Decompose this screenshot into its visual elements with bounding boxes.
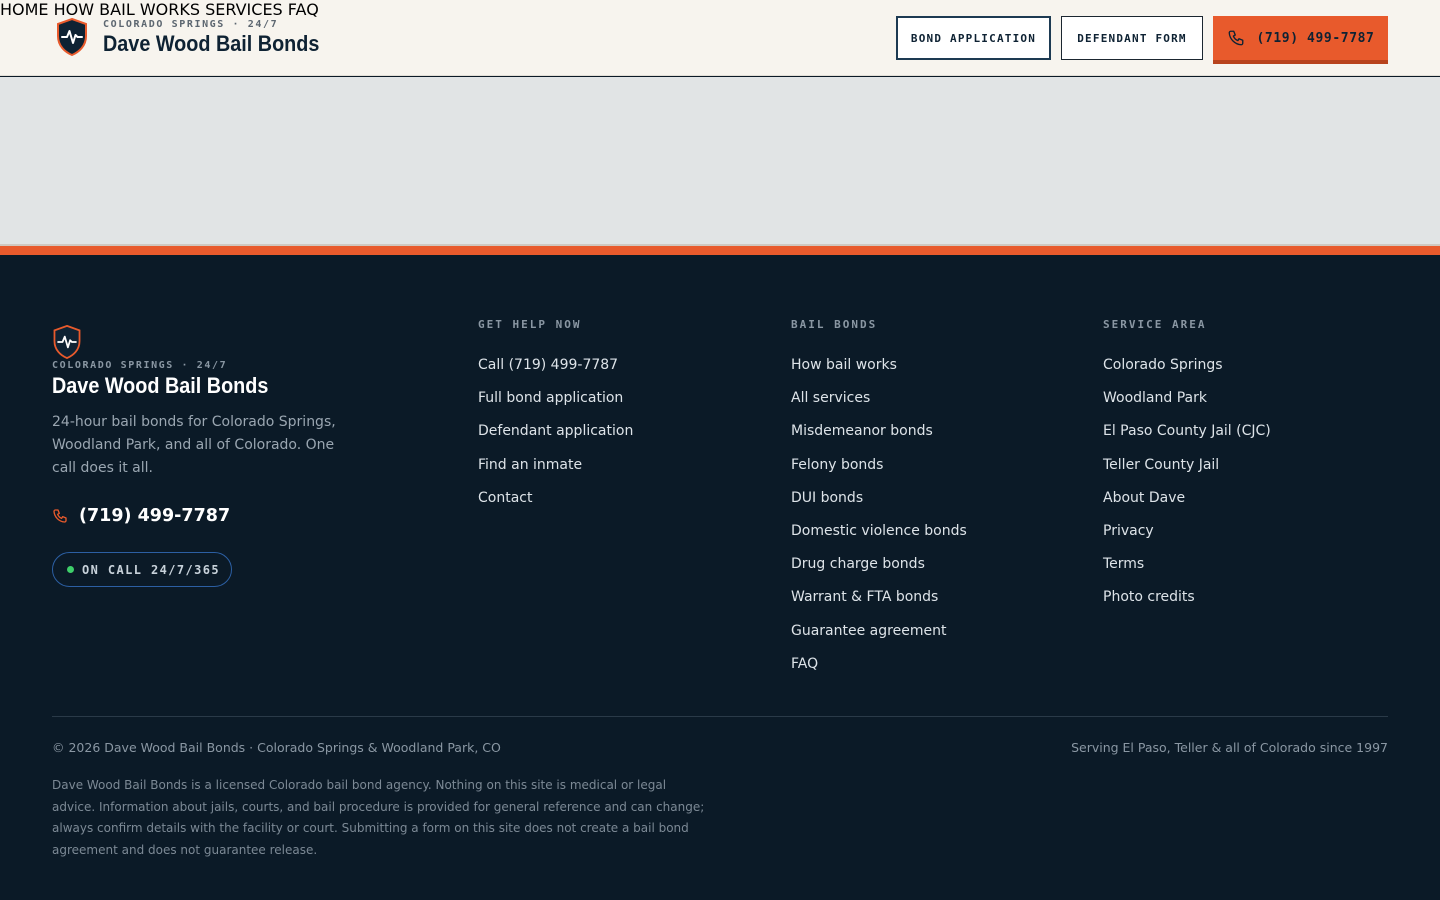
phone-icon: [1228, 30, 1243, 46]
on-call-badge: ON CALL 24/7/365: [52, 552, 232, 587]
footer-link-teller-jail[interactable]: Teller County Jail: [1103, 449, 1271, 482]
footer-column-service-area: SERVICE AREA Colorado Springs Woodland P…: [1103, 318, 1271, 615]
footer-link-terms[interactable]: Terms: [1103, 548, 1271, 581]
footer-column-bail-bonds: BAIL BONDS How bail works All services M…: [791, 318, 967, 681]
footer-link-felony[interactable]: Felony bonds: [791, 449, 967, 482]
copyright-text: © 2026 Dave Wood Bail Bonds · Colorado S…: [52, 740, 501, 755]
footer-brand-name: Dave Wood Bail Bonds: [52, 373, 269, 398]
footer-link-find-inmate[interactable]: Find an inmate: [478, 449, 633, 482]
footer-link-woodland-park[interactable]: Woodland Park: [1103, 382, 1271, 415]
hero-placeholder: [0, 77, 1440, 245]
footer-link-warrant-fta[interactable]: Warrant & FTA bonds: [791, 581, 967, 614]
status-dot-icon: [67, 566, 74, 573]
site-header: COLORADO SPRINGS · 24/7 Dave Wood Bail B…: [0, 0, 1440, 76]
footer-link-guarantee[interactable]: Guarantee agreement: [791, 615, 967, 648]
footer-link-dui[interactable]: DUI bonds: [791, 482, 967, 515]
accent-bar: [0, 246, 1440, 255]
footer-link-faq[interactable]: FAQ: [791, 648, 967, 681]
call-phone-button[interactable]: (719) 499-7787: [1213, 16, 1388, 64]
footer-link-bond-application[interactable]: Full bond application: [478, 382, 633, 415]
footer-phone-link[interactable]: (719) 499-7787: [52, 506, 230, 526]
footer-link-domestic-violence[interactable]: Domestic violence bonds: [791, 515, 967, 548]
footer-column-get-help: GET HELP NOW Call (719) 499-7787 Full bo…: [478, 318, 633, 515]
legal-disclaimer: Dave Wood Bail Bonds is a licensed Color…: [52, 778, 705, 857]
column-heading: GET HELP NOW: [478, 318, 582, 331]
on-call-label: ON CALL 24/7/365: [82, 562, 220, 577]
defendant-form-button[interactable]: DEFENDANT FORM: [1061, 16, 1203, 60]
nav-faq-link[interactable]: FAQ: [288, 0, 319, 19]
shield-pulse-icon: [57, 18, 87, 56]
footer-tagline: 24-hour bail bonds for Colorado Springs,…: [52, 414, 336, 476]
footer-link-about[interactable]: About Dave: [1103, 482, 1271, 515]
footer-link-el-paso-jail[interactable]: El Paso County Jail (CJC): [1103, 415, 1271, 448]
footer-brand-kicker: COLORADO SPRINGS · 24/7: [52, 360, 228, 371]
bond-application-button[interactable]: BOND APPLICATION: [896, 16, 1051, 60]
footer-link-how-bail-works[interactable]: How bail works: [791, 349, 967, 382]
column-heading: SERVICE AREA: [1103, 318, 1207, 331]
footer-link-contact[interactable]: Contact: [478, 482, 633, 515]
call-phone-label: (719) 499-7787: [1256, 30, 1375, 46]
footer-link-all-services[interactable]: All services: [791, 382, 967, 415]
nav-home-link[interactable]: HOME: [0, 0, 49, 19]
brand-kicker: COLORADO SPRINGS · 24/7: [103, 19, 279, 30]
footer-link-defendant-application[interactable]: Defendant application: [478, 415, 633, 448]
footer-brand[interactable]: COLORADO SPRINGS · 24/7 Dave Wood Bail B…: [52, 325, 292, 399]
footer-link-misdemeanor[interactable]: Misdemeanor bonds: [791, 415, 967, 448]
nav-services-link[interactable]: SERVICES: [205, 0, 283, 19]
site-footer: COLORADO SPRINGS · 24/7 Dave Wood Bail B…: [0, 255, 1440, 900]
footer-link-call[interactable]: Call (719) 499-7787: [478, 349, 633, 382]
brand-name: Dave Wood Bail Bonds: [103, 31, 320, 56]
footer-phone-number: (719) 499-7787: [79, 506, 231, 526]
footer-link-drug-charge[interactable]: Drug charge bonds: [791, 548, 967, 581]
footer-link-colorado-springs[interactable]: Colorado Springs: [1103, 349, 1271, 382]
footer-link-photo-credits[interactable]: Photo credits: [1103, 581, 1271, 614]
footer-divider: [52, 716, 1388, 717]
phone-icon: [53, 509, 67, 523]
footer-link-privacy[interactable]: Privacy: [1103, 515, 1271, 548]
brand-logo-link[interactable]: COLORADO SPRINGS · 24/7 Dave Wood Bail B…: [56, 18, 343, 56]
serving-since-text: Serving El Paso, Teller & all of Colorad…: [1071, 740, 1388, 755]
nav-how-bail-works-link[interactable]: HOW BAIL WORKS: [54, 0, 200, 19]
shield-pulse-icon: [53, 325, 81, 359]
column-heading: BAIL BONDS: [791, 318, 878, 331]
